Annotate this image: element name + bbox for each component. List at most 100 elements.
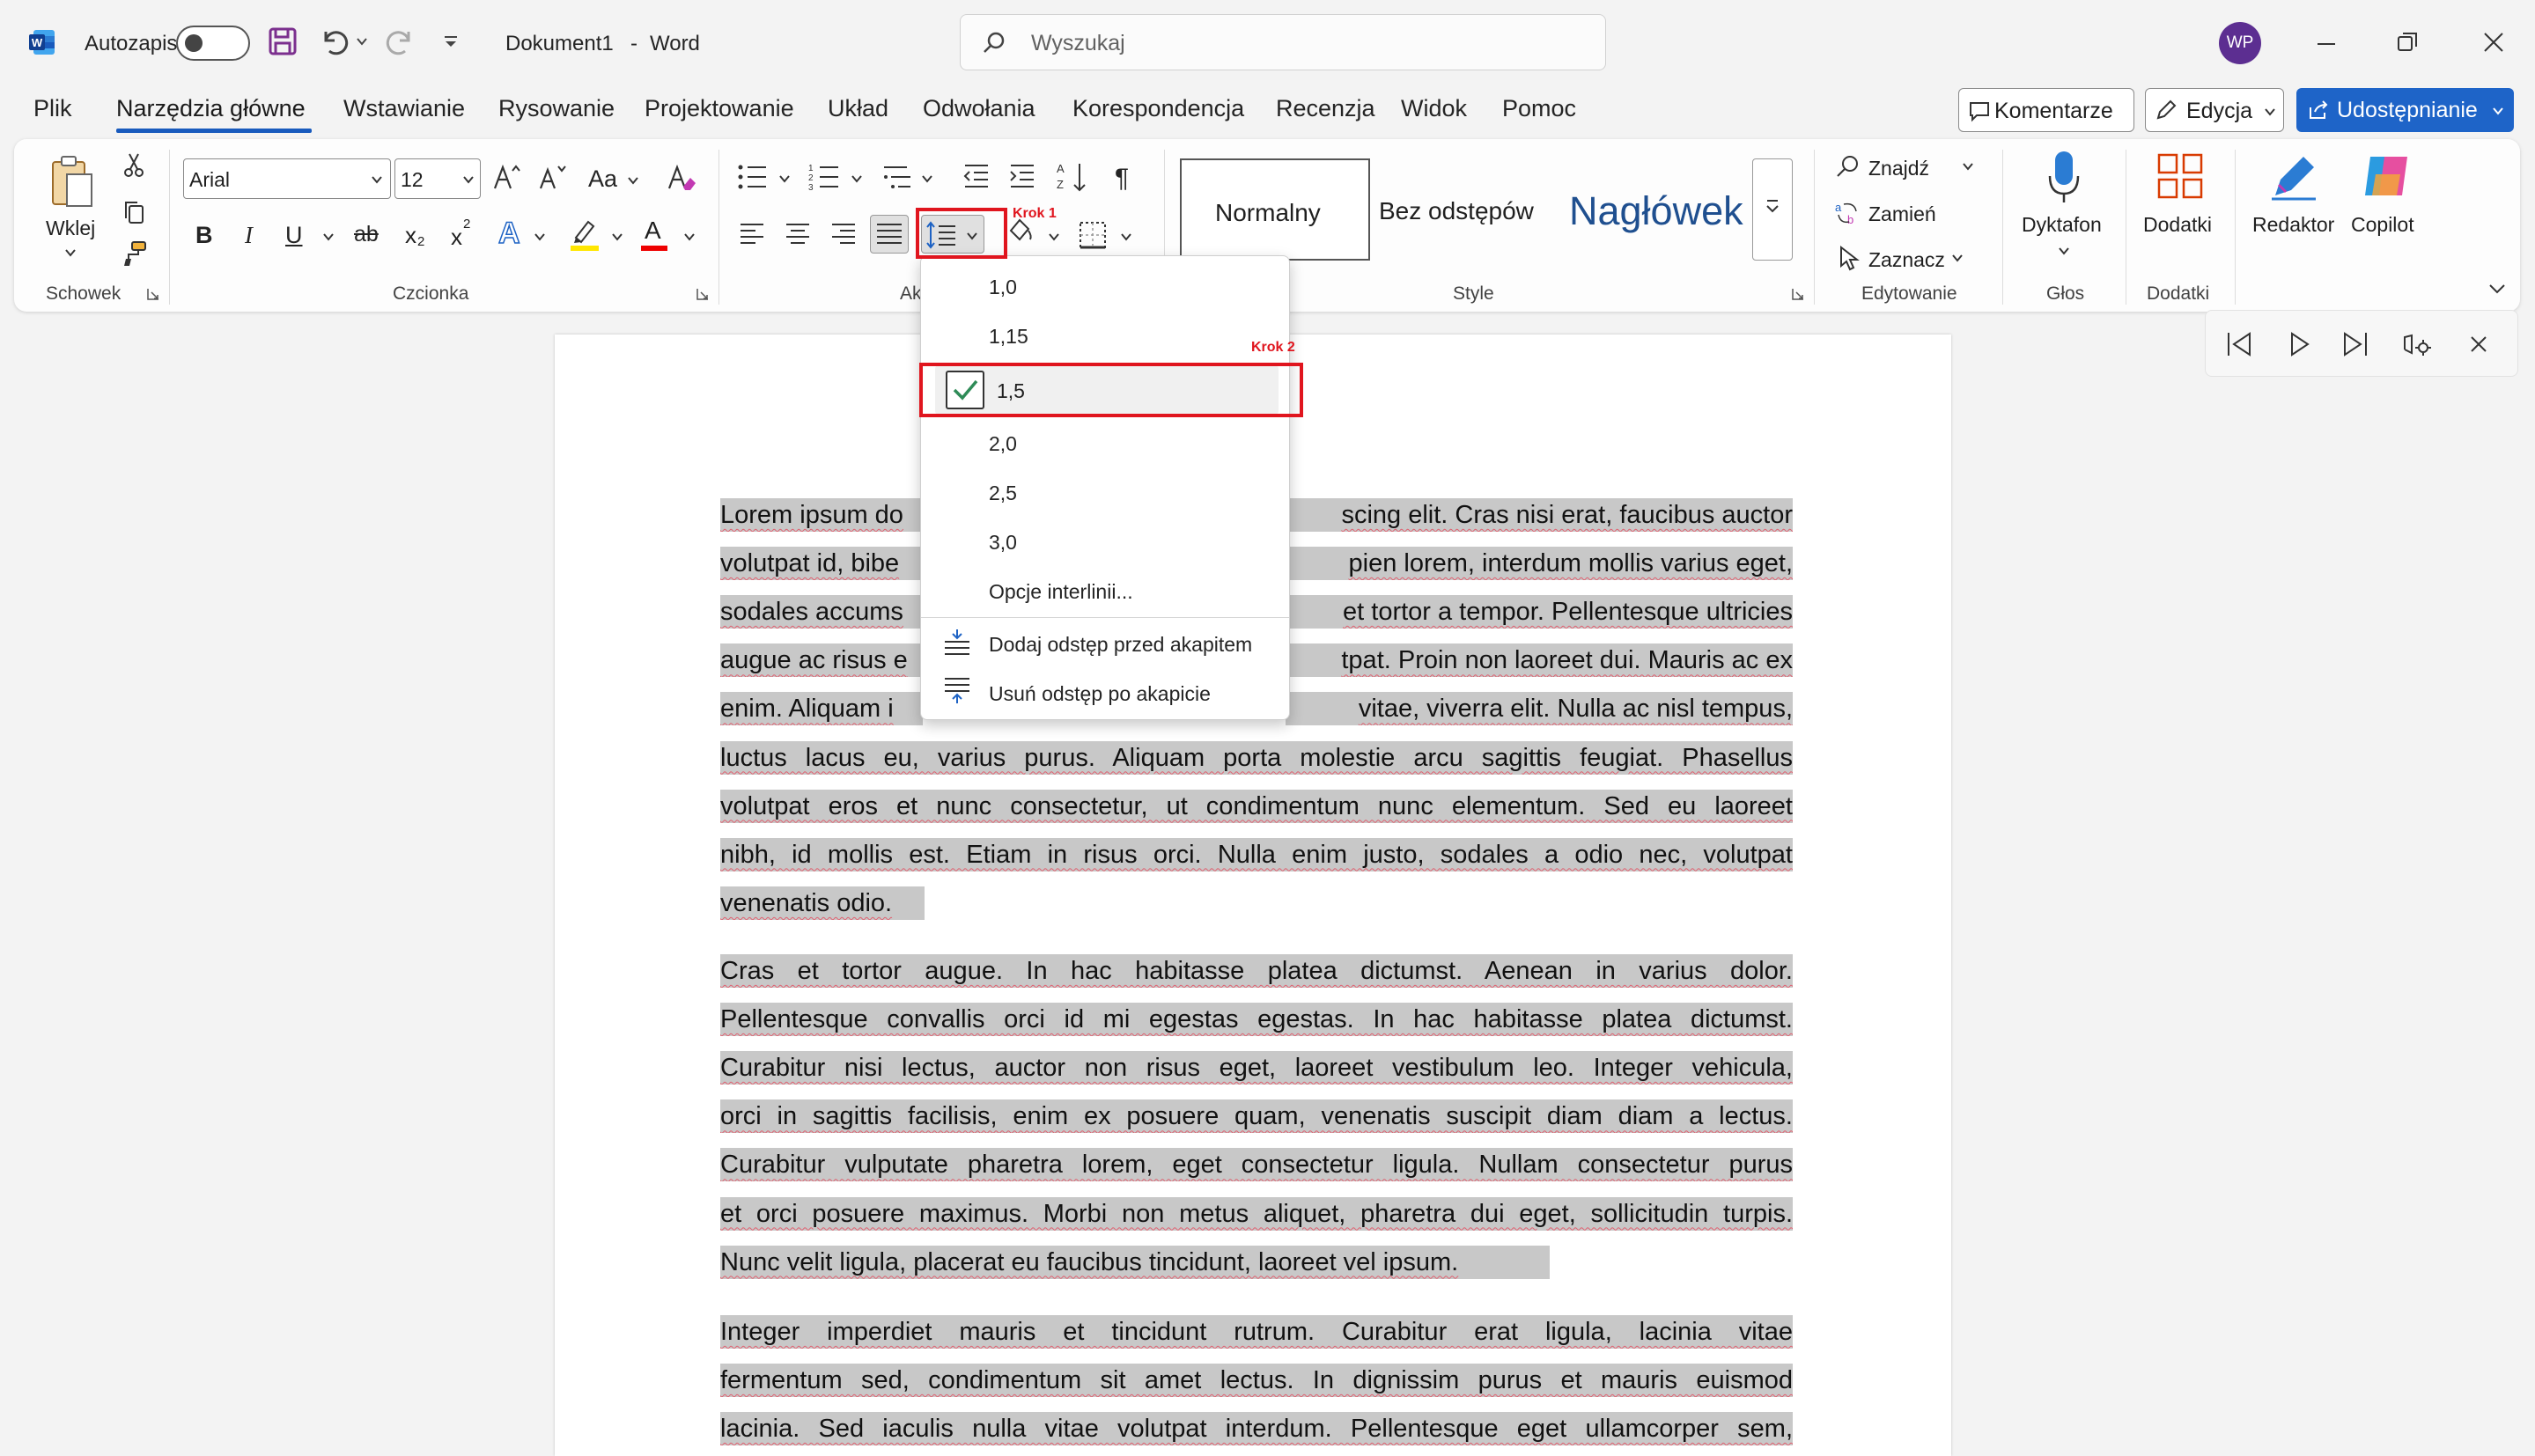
strikethrough-button[interactable]: ab xyxy=(354,222,379,247)
close-icon[interactable] xyxy=(2468,334,2489,355)
text-effects-button[interactable]: A xyxy=(497,216,520,251)
redo-icon[interactable] xyxy=(386,26,416,56)
line-spacing-option-2-5[interactable]: 2,5 xyxy=(989,482,1017,505)
style-heading-1[interactable]: Nagłówek 1 xyxy=(1567,158,1750,261)
decrease-indent-icon[interactable] xyxy=(962,162,991,192)
editor-button[interactable]: Redaktor xyxy=(2247,146,2340,243)
document-line-right[interactable]: vitae, viverra elit. Nulla ac nisl tempu… xyxy=(1286,692,1793,726)
dictate-button[interactable]: Dyktafon xyxy=(2011,146,2117,269)
restore-icon[interactable] xyxy=(2395,30,2420,55)
copy-icon[interactable] xyxy=(122,199,146,225)
sort-icon[interactable]: AZ xyxy=(1057,160,1088,194)
chevron-down-icon[interactable] xyxy=(534,231,546,243)
tab-review[interactable]: Recenzja xyxy=(1276,95,1375,122)
superscript-button[interactable]: x 2 xyxy=(451,217,477,250)
avatar[interactable]: WP xyxy=(2219,22,2261,64)
find-button[interactable]: Znajdź xyxy=(1835,150,1985,185)
cut-icon[interactable] xyxy=(122,151,146,178)
chevron-down-icon[interactable] xyxy=(1048,231,1060,243)
document-line-right[interactable]: tpat. Proin non laoreet dui. Mauris ac e… xyxy=(1286,643,1793,678)
document-line-left[interactable]: volutpat id, bibe xyxy=(720,547,923,581)
play-icon[interactable] xyxy=(2287,330,2313,358)
paste-button[interactable]: Wklej xyxy=(37,148,107,268)
tab-layout[interactable]: Układ xyxy=(828,95,888,122)
document-line[interactable]: Cras et tortor augue. In hac habitasse p… xyxy=(720,954,1793,988)
line-spacing-option-3-0[interactable]: 3,0 xyxy=(989,531,1017,555)
align-right-icon[interactable] xyxy=(829,220,858,248)
borders-icon[interactable] xyxy=(1078,220,1108,250)
dialog-launcher-icon[interactable] xyxy=(146,287,160,301)
document-line-right[interactable]: scing elit. Cras nisi erat, faucibus auc… xyxy=(1286,498,1793,532)
comments-button[interactable]: Komentarze xyxy=(1958,88,2134,132)
undo-icon[interactable] xyxy=(319,26,349,56)
tab-help[interactable]: Pomoc xyxy=(1502,95,1576,122)
copilot-button[interactable]: Copilot xyxy=(2340,146,2432,243)
styles-gallery-more[interactable] xyxy=(1752,158,1793,261)
document-line[interactable]: nibh, id mollis est. Etiam in risus orci… xyxy=(720,837,1793,871)
select-button[interactable]: Zaznacz xyxy=(1835,241,1976,276)
dialog-launcher-icon[interactable] xyxy=(1791,287,1805,301)
tab-insert[interactable]: Wstawianie xyxy=(343,95,465,122)
chevron-down-icon[interactable] xyxy=(611,231,623,243)
line-spacing-option-2-0[interactable]: 2,0 xyxy=(989,432,1017,456)
tab-view[interactable]: Widok xyxy=(1401,95,1467,122)
document-line[interactable]: et orci posuere maximus. Morbi non metus… xyxy=(720,1196,1793,1231)
voice-settings-icon[interactable] xyxy=(2401,328,2433,360)
chevron-down-icon[interactable] xyxy=(851,173,863,185)
underline-button[interactable]: U xyxy=(285,222,303,249)
document-line[interactable]: volutpat eros et nunc consectetur, ut co… xyxy=(720,789,1793,823)
chevron-down-icon[interactable] xyxy=(921,173,933,185)
align-left-icon[interactable] xyxy=(738,220,766,248)
multilevel-list-icon[interactable] xyxy=(881,162,916,192)
line-spacing-options-link[interactable]: Opcje interlinii... xyxy=(989,580,1133,604)
style-normal[interactable]: Normalny xyxy=(1180,158,1370,261)
document-line[interactable]: fermentum sed, condimentum sit amet lect… xyxy=(720,1364,1793,1398)
save-icon[interactable] xyxy=(268,26,298,56)
document-line[interactable]: Curabitur nisi lectus, auctor non risus … xyxy=(720,1051,1793,1085)
increase-indent-icon[interactable] xyxy=(1007,162,1037,192)
line-spacing-option-1-15[interactable]: 1,15 xyxy=(989,325,1028,349)
document-line-left[interactable]: Lorem ipsum do xyxy=(720,498,923,532)
chevron-down-icon[interactable] xyxy=(683,231,696,243)
document-line-left[interactable]: augue ac risus e xyxy=(720,643,923,678)
chevron-down-icon[interactable] xyxy=(1120,231,1132,243)
tab-file[interactable]: Plik xyxy=(33,95,72,122)
customize-qat-icon[interactable] xyxy=(442,33,460,51)
previous-icon[interactable] xyxy=(2225,330,2255,358)
italic-button[interactable]: I xyxy=(245,222,253,249)
change-case-button[interactable]: Aa xyxy=(588,165,617,193)
autosave-toggle[interactable] xyxy=(176,26,250,61)
chevron-down-icon[interactable] xyxy=(778,173,791,185)
clear-formatting-icon[interactable] xyxy=(666,162,697,194)
line-spacing-option-1-0[interactable]: 1,0 xyxy=(989,276,1017,299)
document-line-right[interactable]: pien lorem, interdum mollis varius eget, xyxy=(1286,547,1793,581)
numbering-icon[interactable]: 123 xyxy=(808,162,844,192)
align-center-icon[interactable] xyxy=(784,220,812,248)
tab-design[interactable]: Projektowanie xyxy=(645,95,794,122)
search-input[interactable]: Wyszukaj xyxy=(960,14,1606,70)
tab-draw[interactable]: Rysowanie xyxy=(498,95,615,122)
document-line[interactable]: Integer imperdiet mauris et tincidunt ru… xyxy=(720,1315,1793,1349)
addins-button[interactable]: Dodatki xyxy=(2136,146,2224,243)
document-line[interactable]: Curabitur vulputate pharetra lorem, eget… xyxy=(720,1148,1793,1182)
next-icon[interactable] xyxy=(2340,330,2369,358)
style-no-spacing[interactable]: Bez odstępów xyxy=(1374,158,1567,261)
highlighter-icon[interactable] xyxy=(569,217,601,252)
minimize-icon[interactable] xyxy=(2314,32,2339,56)
share-button[interactable]: Udostępnianie xyxy=(2296,88,2514,132)
show-formatting-button[interactable]: ¶ xyxy=(1115,164,1129,194)
document-line-left[interactable]: enim. Aliquam i xyxy=(720,692,923,726)
close-icon[interactable] xyxy=(2481,30,2506,55)
tab-references[interactable]: Odwołania xyxy=(923,95,1035,122)
dialog-launcher-icon[interactable] xyxy=(696,287,710,301)
document-line[interactable]: orci in sagittis facilisis, enim ex posu… xyxy=(720,1099,1793,1134)
document-line-left[interactable]: sodales accums xyxy=(720,595,923,629)
format-painter-icon[interactable] xyxy=(120,239,148,268)
font-size-combo[interactable]: 12 xyxy=(394,158,481,199)
document-line[interactable]: venenatis odio. xyxy=(720,886,925,920)
ribbon-collapse-icon[interactable] xyxy=(2487,280,2508,298)
chevron-down-icon[interactable] xyxy=(322,231,335,243)
document-line[interactable]: Pellentesque convallis orci id mi egesta… xyxy=(720,1003,1793,1037)
add-space-before-paragraph[interactable]: Dodaj odstęp przed akapitem xyxy=(989,633,1252,657)
document-line[interactable]: luctus lacus eu, varius purus. Aliquam p… xyxy=(720,740,1793,775)
